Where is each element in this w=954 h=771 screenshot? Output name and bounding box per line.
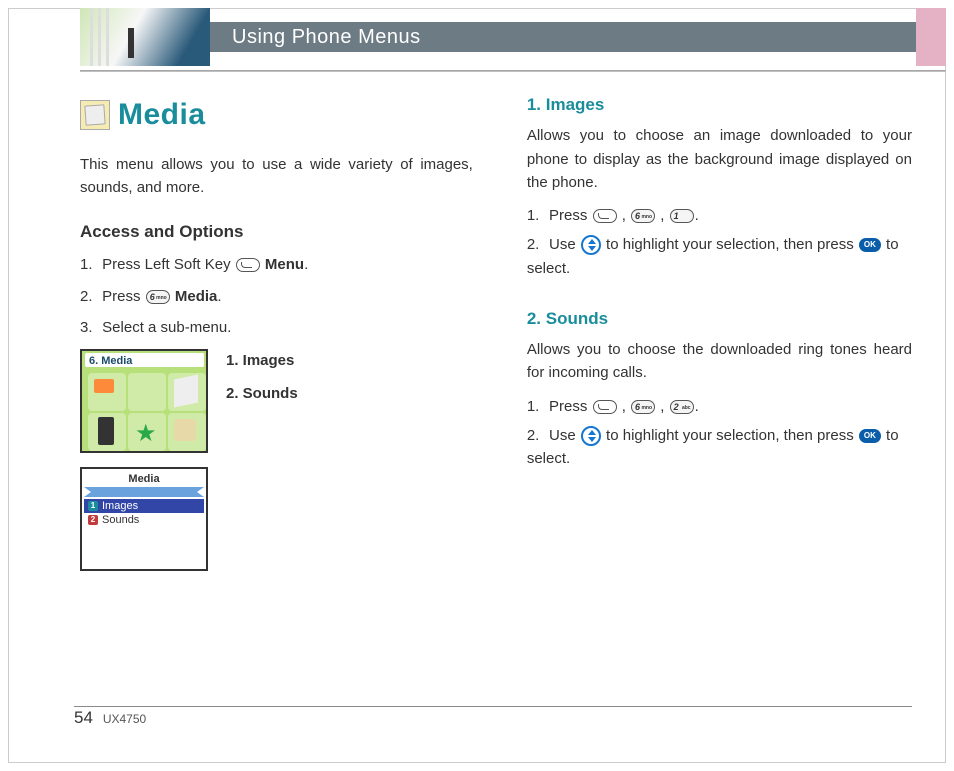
- images-desc: Allows you to choose an image downloaded…: [527, 124, 912, 194]
- header-photo: [80, 8, 210, 66]
- sep: ,: [618, 207, 631, 224]
- footer-rule: [74, 706, 912, 707]
- step-text: Press: [102, 288, 140, 305]
- key-6-icon: [631, 400, 655, 414]
- images-step-1: 1. Press , , .: [527, 204, 912, 227]
- grid-cell-icon: [168, 413, 206, 451]
- access-step-2: 2. Press Media.: [80, 285, 473, 308]
- key-6-icon: [146, 290, 170, 304]
- sep: ,: [656, 398, 669, 415]
- step-number: 3.: [80, 316, 98, 339]
- sounds-step-1: 1. Press , , .: [527, 395, 912, 418]
- step-bold: Menu: [265, 256, 304, 273]
- grid-cell-icon: [128, 413, 166, 451]
- step-number: 2.: [527, 233, 545, 256]
- media-heading-row: Media: [80, 92, 473, 139]
- step-text: to highlight your selection, then press: [606, 236, 854, 253]
- step-number: 1.: [527, 395, 545, 418]
- step-text: to highlight your selection, then press: [606, 427, 854, 444]
- row-label: Sounds: [102, 512, 139, 529]
- ok-key-icon: [859, 429, 881, 443]
- key-1-icon: [670, 209, 694, 223]
- grid-cell-icon: [128, 373, 166, 411]
- step-number: 1.: [527, 204, 545, 227]
- submenu-item: 1. Images: [226, 349, 298, 372]
- chapter-title-bar: Using Phone Menus: [208, 22, 946, 52]
- access-step-3: 3. Select a sub-menu.: [80, 316, 473, 339]
- screenshot-title: Media: [84, 471, 204, 487]
- submenu-item: 2. Sounds: [226, 382, 298, 405]
- key-2-icon: [670, 400, 694, 414]
- sep: ,: [656, 207, 669, 224]
- sep: ,: [618, 398, 631, 415]
- screenshot-title: 6. Media: [85, 353, 204, 367]
- chapter-title: Using Phone Menus: [232, 22, 421, 53]
- period: .: [304, 256, 308, 273]
- step-number: 2.: [527, 424, 545, 447]
- screenshot-row: 6. Media 1. Images 2. Sounds: [80, 349, 473, 453]
- left-soft-key-icon: [236, 258, 260, 272]
- page-number: 54: [74, 708, 93, 727]
- screenshot-tab-bar: [84, 487, 204, 497]
- images-step-2: 2. Use to highlight your selection, then…: [527, 233, 912, 280]
- access-heading: Access and Options: [80, 219, 473, 245]
- step-number: 1.: [80, 253, 98, 276]
- nav-key-icon: [581, 426, 601, 446]
- step-text: Select a sub-menu.: [102, 319, 231, 336]
- images-heading: 1. Images: [527, 92, 912, 118]
- footer: 54 UX4750: [74, 705, 146, 731]
- period: .: [695, 207, 699, 224]
- access-steps: 1. Press Left Soft Key Menu. 2. Press Me…: [80, 253, 473, 339]
- step-text: Press Left Soft Key: [102, 256, 230, 273]
- period: .: [695, 398, 699, 415]
- accent-strip: [916, 8, 946, 66]
- media-icon: [80, 100, 110, 130]
- left-soft-key-icon: [593, 400, 617, 414]
- header-rule: [80, 70, 946, 72]
- sounds-heading: 2. Sounds: [527, 306, 912, 332]
- media-heading: Media: [118, 92, 206, 139]
- access-step-1: 1. Press Left Soft Key Menu.: [80, 253, 473, 276]
- step-bold: Media: [175, 288, 218, 305]
- submenu-list: 1. Images 2. Sounds: [226, 349, 298, 453]
- ok-key-icon: [859, 238, 881, 252]
- sounds-step-2: 2. Use to highlight your selection, then…: [527, 424, 912, 471]
- step-text: Press: [549, 207, 587, 224]
- grid-cell-icon: [88, 413, 126, 451]
- key-6-icon: [631, 209, 655, 223]
- row-badge-icon: 2: [88, 515, 98, 525]
- step-text: Press: [549, 398, 587, 415]
- grid-cell-icon: [88, 373, 126, 411]
- left-soft-key-icon: [593, 209, 617, 223]
- screenshot-media-list: Media 1 Images 2 Sounds: [80, 467, 208, 571]
- model-number: UX4750: [103, 712, 146, 726]
- period: .: [217, 288, 221, 305]
- step-text: Use: [549, 427, 576, 444]
- row-badge-icon: 1: [88, 501, 98, 511]
- step-text: Use: [549, 236, 576, 253]
- grid-cell-icon: [168, 373, 206, 411]
- right-column: 1. Images Allows you to choose an image …: [527, 92, 912, 681]
- left-column: Media This menu allows you to use a wide…: [80, 92, 473, 681]
- screenshot-media-grid: 6. Media: [80, 349, 208, 453]
- media-intro: This menu allows you to use a wide varie…: [80, 153, 473, 200]
- sounds-desc: Allows you to choose the downloaded ring…: [527, 338, 912, 385]
- screenshot-row-sounds: 2 Sounds: [84, 513, 204, 527]
- step-number: 2.: [80, 285, 98, 308]
- nav-key-icon: [581, 235, 601, 255]
- content-area: Media This menu allows you to use a wide…: [80, 92, 912, 681]
- page-header: Using Phone Menus: [80, 8, 946, 66]
